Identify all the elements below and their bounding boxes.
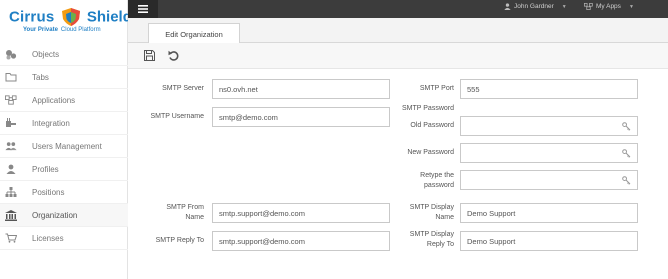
old-password-label: Old Password <box>410 122 454 129</box>
user-icon <box>5 163 17 175</box>
sidebar-item-licenses[interactable]: Licenses <box>0 227 128 250</box>
retype-password-label-line2: password <box>424 182 454 189</box>
sidebar-item-label: Integration <box>32 118 70 128</box>
user-name: John Gardner <box>514 3 554 10</box>
smtp-port-input[interactable]: 555 <box>460 79 638 99</box>
key-icon <box>622 176 631 185</box>
cart-icon <box>5 232 17 244</box>
smtp-display-name-label-line2: Name <box>435 214 454 221</box>
smtp-display-reply-to-label-line2: Reply To <box>426 241 454 248</box>
undo-button[interactable] <box>166 48 180 62</box>
integration-icon <box>5 117 17 129</box>
logo-tagline-part2: Cloud Platform <box>60 27 101 33</box>
smtp-from-name-label-line1: SMTP From <box>166 204 204 211</box>
sidebar-item-positions[interactable]: Positions <box>0 181 128 204</box>
applications-icon <box>5 94 17 106</box>
smtp-server-input[interactable]: ns0.ovh.net <box>212 79 390 99</box>
sidebar-item-label: Organization <box>32 210 78 220</box>
smtp-display-reply-to-label: SMTP Display Reply To <box>380 230 454 250</box>
user-icon <box>504 3 511 10</box>
smtp-from-name-label-line2: Name <box>185 214 204 221</box>
users-icon <box>5 140 17 152</box>
save-icon <box>143 49 155 61</box>
folder-icon <box>5 71 17 83</box>
objects-icon <box>5 48 17 60</box>
retype-password-label: Retype the password <box>380 171 454 191</box>
sidebar-item-label: Profiles <box>32 164 59 174</box>
sidebar-item-label: Applications <box>32 95 76 105</box>
sidebar: Cirrus Shield Your Private Cloud Platform… <box>0 0 132 279</box>
sidebar-item-users-management[interactable]: Users Management <box>0 135 128 158</box>
smtp-password-label: SMTP Password <box>402 105 454 112</box>
retype-password-input[interactable] <box>460 170 638 190</box>
tab-edit-organization[interactable]: Edit Organization <box>148 23 240 44</box>
sidebar-item-label: Tabs <box>32 72 49 82</box>
logo-tagline: Your Private Cloud Platform <box>23 27 101 33</box>
old-password-input[interactable] <box>460 116 638 136</box>
smtp-display-reply-to-input[interactable]: Demo Support <box>460 231 638 251</box>
sidebar-item-organization[interactable]: Organization <box>0 204 128 227</box>
smtp-username-label: SMTP Username <box>150 113 204 120</box>
smtp-server-label: SMTP Server <box>162 85 204 92</box>
smtp-display-reply-to-label-line1: SMTP Display <box>409 231 454 238</box>
user-menu[interactable]: John Gardner ▼ <box>504 3 567 10</box>
my-apps-label: My Apps <box>596 3 621 10</box>
hierarchy-icon <box>5 186 17 198</box>
sidebar-nav: Objects Tabs Applications Integration Us… <box>0 43 128 250</box>
new-password-label: New Password <box>407 149 454 156</box>
key-icon <box>622 149 631 158</box>
sidebar-item-integration[interactable]: Integration <box>0 112 128 135</box>
toolbar <box>128 43 668 69</box>
smtp-display-name-input[interactable]: Demo Support <box>460 203 638 223</box>
smtp-from-name-input[interactable]: smtp.support@demo.com <box>212 203 390 223</box>
logo-brand-cirrus: Cirrus <box>9 8 55 26</box>
hamburger-icon <box>138 5 148 13</box>
smtp-port-label: SMTP Port <box>419 85 454 92</box>
smtp-username-input[interactable]: smtp@demo.com <box>212 107 390 127</box>
sidebar-item-label: Objects <box>32 49 60 59</box>
smtp-display-name-label-line1: SMTP Display <box>409 204 454 211</box>
smtp-from-name-label: SMTP From Name <box>138 203 204 223</box>
key-icon <box>622 122 631 131</box>
chevron-down-icon: ▼ <box>561 3 567 10</box>
smtp-reply-to-input[interactable]: smtp.support@demo.com <box>212 231 390 251</box>
sidebar-item-tabs[interactable]: Tabs <box>0 66 128 89</box>
save-button[interactable] <box>142 48 156 62</box>
new-password-input[interactable] <box>460 143 638 163</box>
applications-icon <box>584 3 593 10</box>
tab-strip: Edit Organization <box>128 18 668 44</box>
top-bar: John Gardner ▼ My Apps ▼ <box>128 0 668 18</box>
hamburger-menu-button[interactable] <box>128 0 158 18</box>
undo-icon <box>168 50 178 61</box>
sidebar-item-label: Positions <box>32 187 65 197</box>
sidebar-item-label: Users Management <box>32 141 102 151</box>
smtp-reply-to-label: SMTP Reply To <box>155 237 204 244</box>
sidebar-item-profiles[interactable]: Profiles <box>0 158 128 181</box>
sidebar-item-objects[interactable]: Objects <box>0 43 128 66</box>
sidebar-item-applications[interactable]: Applications <box>0 89 128 112</box>
organization-form: SMTP Server ns0.ovh.net SMTP Username sm… <box>128 70 668 279</box>
logo-tagline-part1: Your Private <box>23 27 58 33</box>
logo-brand-shield: Shield <box>86 8 132 26</box>
chevron-down-icon: ▼ <box>628 3 634 10</box>
shield-logo-icon <box>59 7 83 27</box>
logo[interactable]: Cirrus Shield Your Private Cloud Platform <box>0 0 132 40</box>
smtp-display-name-label: SMTP Display Name <box>380 203 454 223</box>
sidebar-item-label: Licenses <box>32 233 64 243</box>
bank-icon <box>5 209 17 221</box>
my-apps-menu[interactable]: My Apps ▼ <box>584 3 634 10</box>
retype-password-label-line1: Retype the <box>420 172 454 179</box>
